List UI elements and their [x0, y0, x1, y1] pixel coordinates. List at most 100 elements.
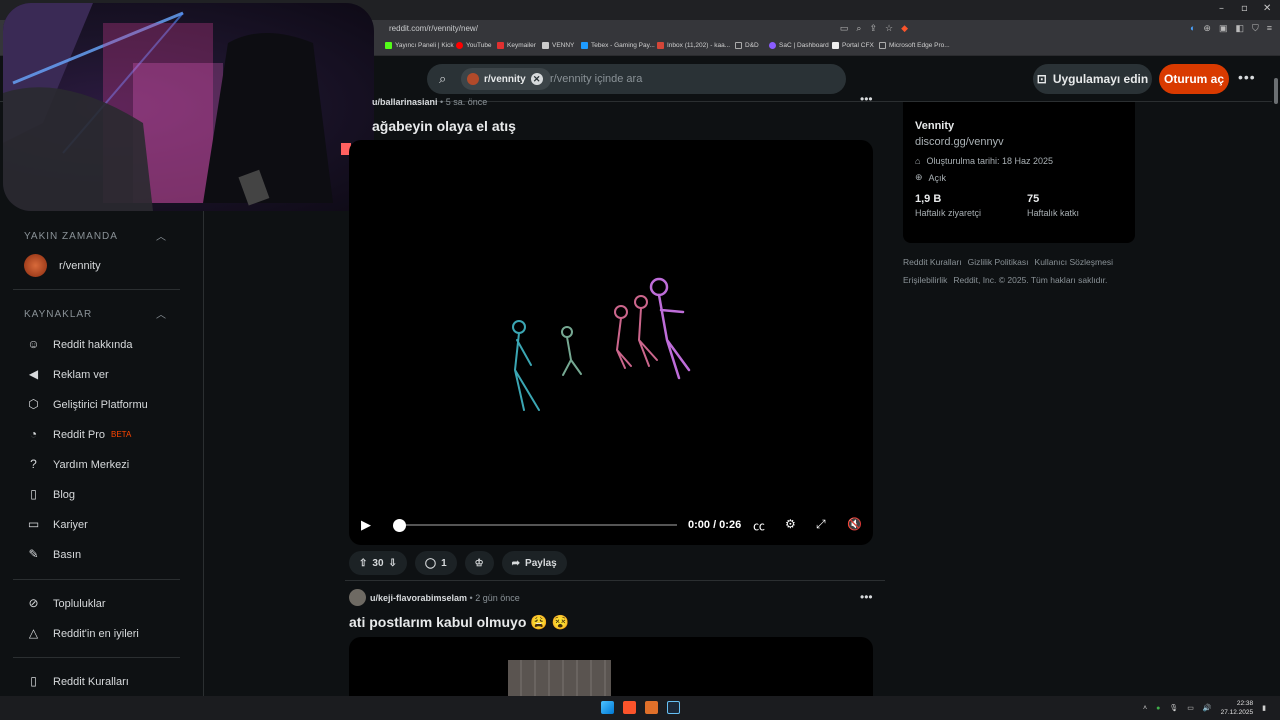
bookmark-item[interactable]: Portal CFX: [832, 42, 874, 49]
mute-icon[interactable]: 🔇: [847, 517, 862, 531]
video-player[interactable]: ▶ 0:00 / 0:26 ㏄ ⚙ ⤢ 🔇: [349, 140, 873, 545]
post-title[interactable]: ağabeyin olaya el atış: [372, 118, 516, 134]
share-button[interactable]: ➦ Paylaş: [501, 551, 567, 575]
sidebar-item-best[interactable]: △ Reddit'in en iyileri: [26, 626, 139, 641]
app-icon[interactable]: [645, 701, 658, 714]
sidebar-item-developer[interactable]: ⬡ Geliştirici Platformu: [26, 397, 148, 412]
bookmark-favicon-icon: [385, 42, 392, 49]
url-text[interactable]: reddit.com/r/vennity/new/: [389, 24, 478, 33]
clear-chip-icon[interactable]: ✕: [530, 73, 543, 85]
chevron-up-icon[interactable]: ˄: [1143, 705, 1147, 712]
get-app-button[interactable]: ⊡ Uygulamayı edin: [1033, 64, 1152, 94]
comment-icon: ◯: [424, 557, 437, 569]
sidebar-item-rules[interactable]: ▯ Reddit Kuralları: [26, 674, 129, 689]
windows-start-icon[interactable]: [601, 701, 614, 714]
more-menu-icon[interactable]: •••: [1238, 69, 1256, 85]
bookmark-item[interactable]: Tebex - Gaming Pay...: [581, 42, 655, 49]
extension-icon[interactable]: ◐: [1190, 23, 1195, 34]
vpn-icon[interactable]: ⊕: [1203, 23, 1211, 34]
footer-link[interactable]: Erişilebilirlik: [903, 275, 947, 285]
clock[interactable]: 22:38 27.12.2025: [1221, 699, 1254, 717]
play-icon[interactable]: ▶: [361, 517, 371, 533]
cake-icon: ⌂: [915, 156, 921, 166]
chevron-up-icon[interactable]: ︿: [156, 306, 166, 321]
sidebar-item-communities[interactable]: ⊘ Topluluklar: [26, 596, 105, 611]
sidebar-item-careers[interactable]: ▭ Kariyer: [26, 517, 88, 532]
brave-browser-icon[interactable]: [623, 701, 636, 714]
bookmark-star-icon[interactable]: ☆: [885, 23, 893, 34]
bookmark-item[interactable]: D&D: [735, 42, 759, 49]
search-input[interactable]: r/vennity içinde ara: [550, 73, 642, 85]
bookmark-item[interactable]: Yayıncı Paneli | Kick: [385, 42, 454, 49]
bookmark-item[interactable]: Microsoft Edge Pro...: [879, 42, 950, 49]
zoom-icon[interactable]: ⌕: [856, 23, 861, 34]
post-author[interactable]: u/ballarinasiani: [372, 97, 438, 107]
chevron-up-icon[interactable]: ︿: [156, 228, 166, 243]
post-options-icon[interactable]: •••: [860, 590, 873, 604]
maximize-button[interactable]: ▫: [1241, 3, 1248, 14]
video-controls: ▶ 0:00 / 0:26 ㏄ ⚙ ⤢ 🔇: [349, 515, 873, 535]
community-link[interactable]: discord.gg/vennyv: [915, 136, 1004, 148]
sidebar-item-help[interactable]: ? Yardım Merkezi: [26, 457, 129, 472]
settings-gear-icon[interactable]: ⚙: [785, 517, 796, 531]
video-scrubber[interactable]: [393, 519, 406, 532]
weekly-visitors-label: Haftalık ziyaretçi: [915, 208, 982, 218]
sidebar-item-advertise[interactable]: ◀ Reklam ver: [26, 367, 109, 382]
sac-icon: [769, 42, 776, 49]
bookmark-item[interactable]: SaC | Dashboard: [769, 42, 829, 49]
brave-shield-icon[interactable]: ◆: [901, 23, 908, 34]
footer-link[interactable]: Reddit Kuralları: [903, 257, 962, 267]
footer-link[interactable]: Kullanıcı Sözleşmesi: [1035, 257, 1113, 267]
bookmark-item[interactable]: VENNY: [542, 42, 574, 49]
mic-icon[interactable]: 🎙: [1169, 704, 1178, 712]
fullscreen-icon[interactable]: ⤢: [816, 517, 826, 532]
steam-icon[interactable]: [667, 701, 680, 714]
pro-icon: ◔: [29, 427, 38, 441]
award-button[interactable]: ♔: [464, 551, 494, 575]
footer-link[interactable]: Gizlilik Politikası: [968, 257, 1029, 267]
post-media[interactable]: [349, 637, 873, 697]
recent-section-title: YAKIN ZAMANDA: [24, 231, 118, 242]
scrollbar-thumb[interactable]: [1274, 78, 1278, 104]
sidebar-toggle-icon[interactable]: ◧: [1235, 23, 1244, 34]
post-options-icon[interactable]: •••: [860, 92, 873, 106]
sidebar-item-reddit-pro[interactable]: ◔ Reddit Pro BETA: [26, 427, 131, 442]
search-bar[interactable]: ⌕ r/vennity ✕ r/vennity içinde ara: [427, 64, 846, 94]
help-icon: ?: [30, 457, 37, 471]
sidebar-item-press[interactable]: ✎ Basın: [26, 547, 81, 562]
vote-control: ⇧ 30 ⇩: [349, 551, 407, 575]
minimize-button[interactable]: –: [1219, 3, 1224, 14]
bookmark-item[interactable]: Keymailer: [497, 42, 536, 49]
login-button[interactable]: Oturum aç: [1159, 64, 1229, 94]
volume-icon[interactable]: 🔊: [1203, 704, 1212, 712]
bookmark-item[interactable]: YouTube: [456, 42, 492, 49]
sidebar-item-about[interactable]: ☺ Reddit hakkında: [26, 337, 132, 352]
toolbar-right: ◐ ⊕ ▣ ◧ ⛉ ≡: [1190, 23, 1272, 34]
post-title[interactable]: ati postlarım kabul olmuyo 😩 😵: [349, 614, 569, 631]
subreddit-chip[interactable]: r/vennity ✕: [461, 68, 551, 90]
tray-app-icon[interactable]: ●: [1156, 705, 1160, 712]
post-actions: ⇧ 30 ⇩ ◯ 1 ♔ ➦ Paylaş: [349, 551, 567, 575]
user-avatar[interactable]: [349, 589, 366, 606]
community-created: ⌂ Oluşturulma tarihi: 18 Haz 2025: [915, 156, 1053, 166]
captions-icon[interactable]: ㏄: [753, 517, 765, 534]
shield-icon[interactable]: ⛉: [1252, 23, 1259, 34]
sidebar-item-vennity[interactable]: r/vennity: [24, 254, 101, 277]
close-button[interactable]: ✕: [1263, 3, 1271, 14]
post-author[interactable]: u/keji-flavorabimselam: [370, 593, 467, 603]
notification-icon[interactable]: ▮: [1262, 704, 1266, 712]
wallet-icon[interactable]: ▣: [1219, 23, 1228, 34]
downvote-icon[interactable]: ⇩: [389, 558, 397, 569]
video-progress-track[interactable]: [397, 524, 677, 526]
comments-button[interactable]: ◯ 1: [414, 551, 457, 575]
network-icon[interactable]: ▭: [1187, 704, 1194, 712]
upvote-icon[interactable]: ⇧: [359, 558, 367, 569]
venny-icon: [542, 42, 549, 49]
menu-icon[interactable]: ≡: [1267, 23, 1272, 34]
sidebar-item-blog[interactable]: ▯ Blog: [26, 487, 75, 502]
share-icon[interactable]: ⇪: [869, 23, 877, 34]
reader-icon[interactable]: ▭: [840, 23, 849, 34]
scrollbar-track[interactable]: [1272, 56, 1280, 696]
address-bar-icons: ▭ ⌕ ⇪ ☆ ◆: [840, 23, 908, 34]
bookmark-item[interactable]: Inbox (11,202) - kaa...: [657, 42, 730, 49]
